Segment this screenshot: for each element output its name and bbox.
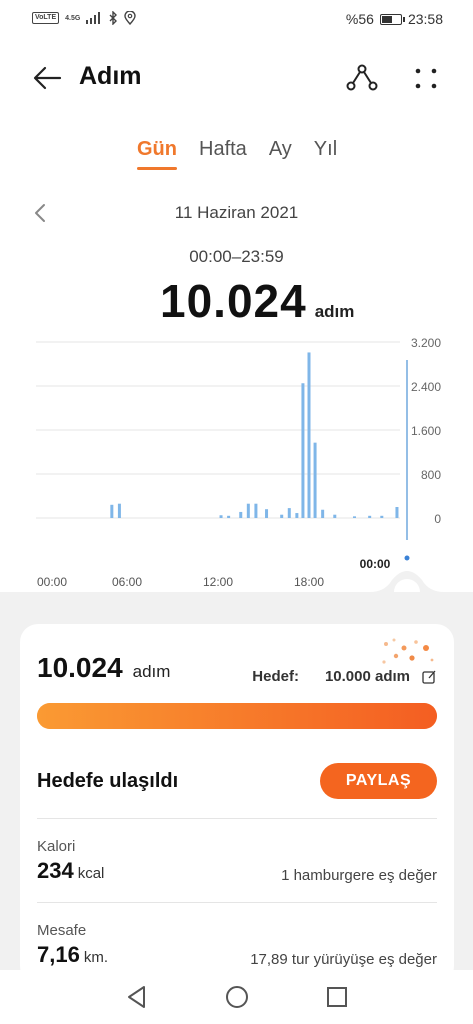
clock: 23:58: [407, 11, 443, 27]
summary-card: 10.024 adım Hedef: 10.000 adım Hedefe ul…: [20, 624, 454, 984]
period-tabs: Gün Hafta Ay Yıl: [137, 138, 359, 170]
chart-bar: [313, 442, 317, 518]
y-tick-label: 2.400: [411, 380, 441, 394]
total-steps: 10.024 adım: [160, 274, 354, 328]
status-left: VoLTE 4.5G: [32, 11, 137, 25]
goal-row: Hedef: 10.000 adım: [252, 668, 436, 685]
chart-bar: [353, 516, 356, 518]
chart-bar: [254, 503, 258, 518]
volte-badge: VoLTE: [32, 12, 60, 24]
y-tick-label: 0: [434, 512, 441, 526]
time-range: 00:00–23:59: [189, 247, 284, 266]
network-type: 4.5G: [65, 14, 81, 22]
card-steps-value: 10.024: [37, 652, 123, 683]
calorie-label: Kalori: [37, 838, 76, 855]
page-title: Adım: [79, 62, 142, 90]
back-button[interactable]: [30, 62, 64, 94]
edit-goal-icon[interactable]: [422, 670, 436, 684]
confetti-icon: [382, 638, 434, 664]
card-steps: 10.024 adım: [37, 652, 170, 684]
chart-bar: [395, 507, 399, 518]
system-nav-bar: [0, 970, 473, 1024]
chart-bar: [239, 511, 243, 518]
divider: [37, 902, 437, 903]
calorie-value: 234 kcal: [37, 858, 104, 884]
more-button[interactable]: [410, 62, 442, 94]
battery-fill: [381, 15, 392, 23]
date-row: 11 Haziran 2021: [0, 200, 473, 226]
chart-bar: [246, 503, 250, 518]
x-tick-label: 00:00: [37, 575, 67, 589]
tab-month[interactable]: Ay: [269, 138, 292, 161]
chart-bar: [265, 509, 269, 518]
chart-bar: [333, 514, 337, 518]
tab-year[interactable]: Yıl: [314, 138, 337, 161]
nav-back-icon[interactable]: [124, 984, 150, 1010]
calorie-number: 234: [37, 858, 74, 883]
chart-bar: [280, 514, 284, 518]
chart-bar: [380, 515, 384, 518]
distance-unit: km.: [83, 949, 108, 966]
chart-bar: [287, 508, 291, 518]
divider: [37, 818, 437, 819]
distance-number: 7,16: [37, 942, 80, 967]
more-dots-icon: [415, 68, 437, 89]
total-steps-unit: adım: [314, 302, 355, 321]
cursor-dot: [404, 555, 410, 561]
chart-bar: [301, 383, 305, 518]
nav-home-icon[interactable]: [224, 984, 250, 1010]
distance-equivalent: 17,89 tur yürüyüşe eş değer: [250, 951, 437, 968]
chart-bar: [307, 352, 311, 518]
chart-bar: [117, 503, 121, 518]
battery-percent: %56: [345, 11, 374, 27]
selected-date: 11 Haziran 2021: [174, 203, 299, 222]
goal-label: Hedef:: [252, 668, 299, 685]
goal-value: 10.000 adım: [324, 668, 410, 685]
steps-chart[interactable]: 3.200 2.400 1.600 800 0 00:00 06:00 12:00 18:00 0…: [0, 330, 473, 600]
route-share-icon: [346, 64, 378, 91]
status-right: %56 23:58: [346, 11, 443, 27]
card-steps-unit: adım: [132, 662, 171, 681]
y-tick-label: 1.600: [411, 424, 441, 438]
nav-recents-icon[interactable]: [324, 984, 350, 1010]
chart-bar: [110, 504, 114, 518]
x-tick-label: 12:00: [203, 575, 233, 589]
distance-label: Mesafe: [37, 922, 87, 939]
arrow-left-icon: [33, 66, 62, 90]
battery-icon: [379, 13, 405, 25]
calorie-equivalent: 1 hamburgere eş değer: [281, 867, 437, 884]
distance-value: 7,16 km.: [37, 942, 108, 968]
goal-reached-text: Hedefe ulaşıldı: [37, 770, 179, 792]
goal-progress-fill: [37, 703, 437, 729]
total-steps-value: 10.024: [160, 275, 307, 327]
goal-progress-bar: [37, 703, 437, 729]
app-bar: Adım: [0, 50, 473, 106]
y-tick-label: 3.200: [411, 336, 441, 350]
location-icon: [124, 11, 137, 25]
calorie-unit: kcal: [77, 865, 105, 882]
route-share-button[interactable]: [344, 62, 378, 94]
chart-bar: [219, 515, 223, 518]
tab-week[interactable]: Hafta: [199, 138, 247, 161]
cursor-label: 00:00: [360, 557, 391, 571]
bluetooth-icon: [109, 11, 118, 25]
chart-bar: [368, 515, 372, 518]
tab-day[interactable]: Gün: [137, 138, 177, 170]
x-tick-label: 06:00: [112, 575, 142, 589]
y-tick-label: 800: [421, 468, 441, 482]
x-tick-label: 18:00: [294, 575, 324, 589]
chart-bar: [295, 513, 299, 518]
status-bar: VoLTE 4.5G %56 23:58: [0, 0, 473, 40]
share-button[interactable]: PAYLAŞ: [320, 763, 437, 799]
chart-bar: [321, 509, 325, 518]
signal-icon: [86, 12, 101, 24]
chart-bar: [227, 515, 231, 518]
